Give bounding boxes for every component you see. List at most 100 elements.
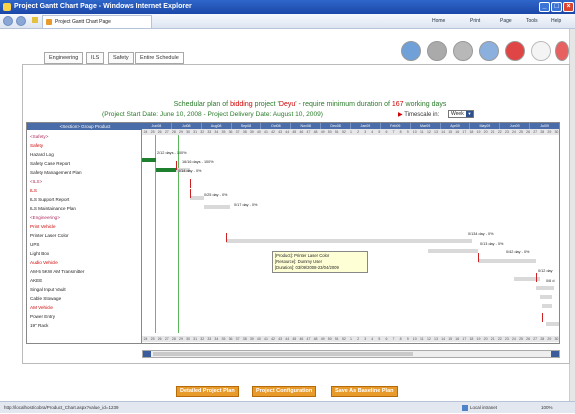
print-button[interactable]: Print (470, 17, 480, 26)
gantt-bar[interactable] (478, 259, 536, 263)
week-label: 4 (368, 336, 376, 342)
week-label: 17 (460, 336, 468, 342)
week-label: 40 (255, 129, 263, 135)
task-row[interactable]: Safety Management Plan (30, 169, 82, 176)
gantt-bar[interactable] (142, 158, 156, 162)
week-label: 18 (467, 336, 475, 342)
week-label: 42 (269, 336, 277, 342)
zoom-level[interactable]: 100% (541, 402, 553, 414)
task-row[interactable]: AM-5 5KW AM Transmitter (30, 268, 84, 275)
scroll-left-icon[interactable] (143, 351, 151, 357)
bar-label: 0/42 day - 0% (506, 250, 530, 254)
task-row[interactable]: Light Box (30, 250, 49, 257)
project-configuration-button[interactable]: Project Configuration (252, 386, 317, 397)
page-menu[interactable]: Page (500, 17, 512, 26)
headline-days: 167 (391, 101, 404, 108)
save-baseline-button[interactable]: Save As Baseline Plan (331, 386, 398, 397)
gantt-bar[interactable] (156, 168, 176, 172)
gantt-bar[interactable] (546, 322, 559, 326)
task-row[interactable]: ILS Maintainance Plan (30, 205, 76, 212)
week-label: 2 (354, 336, 362, 342)
week-label: 34 (212, 336, 220, 342)
bar-label: 0/25 day - 0% (204, 193, 228, 197)
detailed-project-plan-button[interactable]: Detailed Project Plan (176, 386, 239, 397)
help-menu[interactable]: Help (551, 17, 561, 26)
task-row[interactable]: ILS (30, 187, 37, 194)
browser-tab[interactable]: Project Gantt Chart Page (42, 15, 152, 28)
week-label: 36 (227, 129, 235, 135)
grid-column-header: <Section> Group Product (27, 123, 143, 130)
timescale-select[interactable]: Week ▼ (448, 110, 474, 118)
forward-icon[interactable] (16, 16, 26, 26)
status-bar: http://localhost/cobra/Product_Chart.asp… (0, 401, 575, 413)
week-label: 15 (446, 129, 454, 135)
week-label: 52 (340, 129, 348, 135)
task-row[interactable]: AKEE (30, 277, 42, 284)
gantt-bar[interactable] (428, 249, 478, 253)
tab-entire-schedule[interactable]: Entire Schedule (135, 52, 184, 64)
maximize-button[interactable]: □ (551, 2, 562, 12)
task-row[interactable]: AM Vehicle (30, 304, 53, 311)
week-label: 24 (142, 129, 150, 135)
headline-tail: ' - require minimum duration of (295, 101, 392, 108)
task-row[interactable]: <ILS> (30, 178, 42, 185)
week-label: 16 (453, 129, 461, 135)
week-label: 10 (411, 336, 419, 342)
gantt-bar[interactable] (226, 239, 472, 243)
week-label: 13 (432, 129, 440, 135)
week-label: 26 (156, 129, 164, 135)
close-button[interactable]: × (563, 2, 574, 12)
week-label: 37 (234, 129, 242, 135)
tools-menu[interactable]: Tools (526, 17, 538, 26)
task-row[interactable]: Cable Stowage (30, 295, 61, 302)
task-row[interactable]: Audio Vehicle (30, 259, 58, 266)
home-button[interactable]: Home (432, 17, 445, 26)
schedule-headline: Schedular plan of bidding project 'Deyu'… (60, 101, 560, 108)
tab-ils[interactable]: ILS (86, 52, 105, 64)
headline-mid: project ' (252, 101, 279, 108)
tab-safety[interactable]: Safety (108, 52, 134, 64)
task-row[interactable]: Singal Input Vault (30, 286, 66, 293)
ie-icon (3, 3, 11, 11)
task-row[interactable]: ILS Support Report (30, 196, 69, 203)
week-label: 21 (489, 336, 497, 342)
gantt-bar[interactable] (536, 286, 554, 290)
week-label: 30 (184, 336, 192, 342)
task-row[interactable]: Hazard Log (30, 151, 54, 158)
gantt-bar[interactable] (542, 304, 552, 308)
week-label: 33 (205, 129, 213, 135)
task-row[interactable]: Power Entry (30, 313, 55, 320)
scroll-thumb[interactable] (153, 352, 413, 356)
task-row[interactable]: 19" Rack (30, 322, 48, 329)
gantt-bar[interactable] (204, 205, 230, 209)
headline-bidding: bidding (230, 101, 253, 108)
favorites-icon[interactable] (32, 17, 38, 23)
week-label: 30 (552, 129, 559, 135)
week-label: 29 (545, 336, 553, 342)
week-label: 46 (297, 336, 305, 342)
back-icon[interactable] (3, 16, 13, 26)
week-label: 19 (474, 336, 483, 342)
task-grid: <Section> Group Product <Safety> Safety Ha… (26, 122, 143, 344)
week-label: 13 (432, 336, 440, 342)
scroll-right-icon[interactable] (551, 351, 559, 357)
chevron-down-icon[interactable]: ▼ (466, 111, 473, 117)
week-label: 41 (262, 129, 270, 135)
task-row[interactable]: Safety Case Report (30, 160, 70, 167)
task-row[interactable]: Print Vehicle (30, 223, 56, 230)
gantt-bar[interactable] (190, 196, 204, 200)
week-label: 28 (538, 336, 546, 342)
week-label: 22 (496, 336, 504, 342)
task-row[interactable]: <Safety> (30, 133, 48, 140)
tab-engineering[interactable]: Engineering (44, 52, 84, 64)
task-row[interactable]: UPS (30, 241, 39, 248)
week-label: 49 (319, 336, 327, 342)
week-label: 30 (184, 129, 192, 135)
horizontal-scrollbar[interactable] (142, 350, 560, 358)
week-label: 5 (375, 129, 383, 135)
task-row[interactable]: Safety (30, 142, 43, 149)
gantt-bar[interactable] (540, 295, 552, 299)
minimize-button[interactable]: _ (539, 2, 550, 12)
task-row[interactable]: <Engineering> (30, 214, 60, 221)
task-row[interactable]: Printer Laser Color (30, 232, 69, 239)
